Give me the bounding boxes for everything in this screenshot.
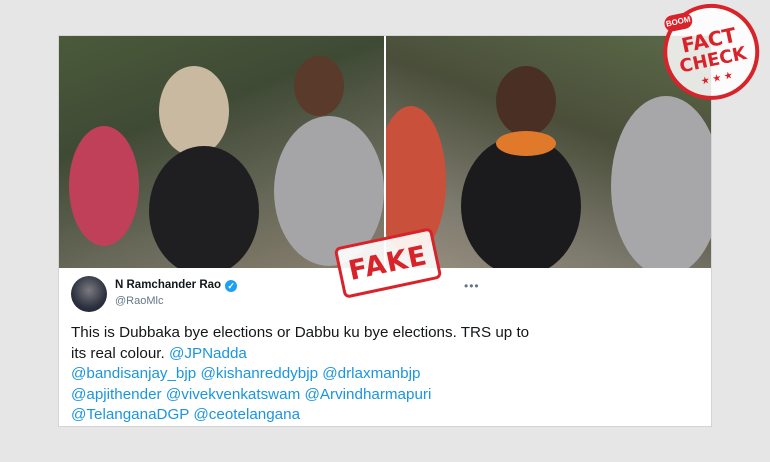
person-pink-saree <box>69 126 139 246</box>
avatar[interactable] <box>71 276 107 312</box>
video-frame-right[interactable] <box>386 36 711 268</box>
mention-link[interactable]: @apjithender <box>71 386 162 403</box>
media-row <box>59 36 711 268</box>
mention-link[interactable]: @drlaxmanbjp <box>322 365 420 382</box>
mention-link[interactable]: @kishanreddybjp <box>200 365 318 382</box>
mention-link[interactable]: @bandisanjay_bjp <box>71 365 196 382</box>
person-grey-shirt <box>611 96 711 268</box>
tweet-body: This is Dubbaka bye elections or Dabbu k… <box>71 323 541 426</box>
mention-link[interactable]: @vivekvenkatswam <box>166 386 300 403</box>
mention-link[interactable]: @TelanganaDGP <box>71 406 189 423</box>
more-options-icon[interactable]: ••• <box>464 279 480 293</box>
tweet-card: N Ramchander Rao ✓ @RaoMlc ••• This is Du… <box>58 35 712 427</box>
author-name-text: N Ramchander Rao <box>115 279 222 291</box>
mention-link[interactable]: @JPNadda <box>169 345 247 362</box>
orange-scarf <box>496 131 556 156</box>
video-frame-left[interactable] <box>59 36 384 268</box>
person-woman-head <box>496 66 556 136</box>
mention-link[interactable]: @Arvindharmapuri <box>304 386 431 403</box>
person-black-dress <box>149 146 259 268</box>
person-head-right <box>294 56 344 116</box>
author-name[interactable]: N Ramchander Rao ✓ <box>115 279 238 292</box>
verified-badge-icon: ✓ <box>225 280 238 292</box>
tweet-text: This is Dubbaka bye elections or Dabbu k… <box>71 324 530 362</box>
author-handle[interactable]: @RaoMlc <box>115 295 163 307</box>
fact-check-badge: BOOM FACT CHECK ★ ★ ★ <box>654 0 770 117</box>
person-headscarf <box>159 66 229 156</box>
mention-link[interactable]: @ceotelangana <box>193 406 300 423</box>
